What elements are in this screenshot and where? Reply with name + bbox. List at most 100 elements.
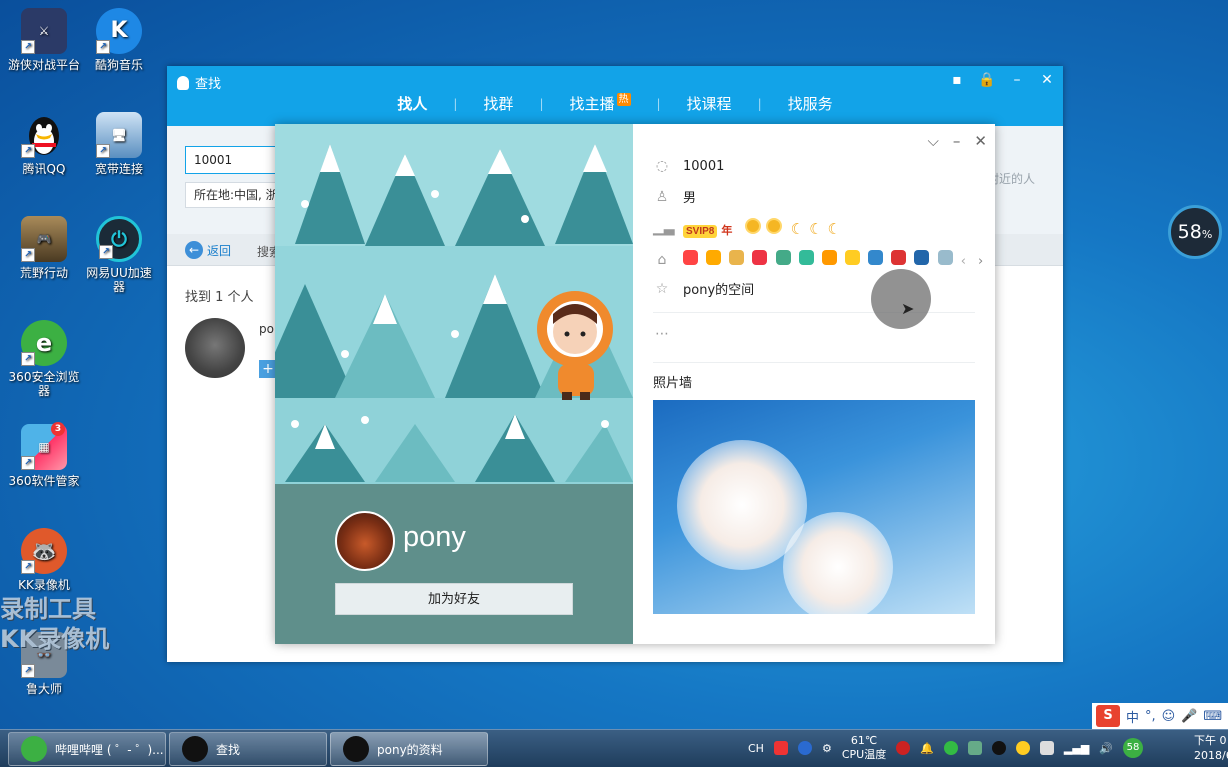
qq-account-icon: ◌ bbox=[655, 158, 669, 174]
star-icon: ☆ bbox=[655, 280, 669, 297]
chevron-down-icon[interactable]: ⌵ bbox=[928, 132, 939, 150]
shortcut-arrow-icon: ↗ bbox=[96, 144, 110, 158]
profile-cover: pony 加为好友 bbox=[275, 124, 633, 644]
desktop-icon-qq[interactable]: ↗ 腾讯QQ bbox=[7, 112, 81, 176]
desktop-icon-label: 鲁大师 bbox=[25, 682, 62, 696]
more-icon[interactable]: ⋯ bbox=[653, 326, 671, 342]
shortcut-arrow-icon: ↗ bbox=[21, 456, 35, 470]
chevron-right-icon[interactable]: › bbox=[978, 254, 983, 269]
tab-find-courses[interactable]: 找课程 bbox=[675, 93, 744, 114]
help-icon[interactable] bbox=[797, 741, 812, 755]
tab-separator: | bbox=[656, 96, 661, 111]
tab-separator: | bbox=[453, 96, 458, 111]
desktop-icon-game-platform[interactable]: ⚔ ↗ 游侠对战平台 bbox=[7, 8, 81, 72]
service-badge-icon bbox=[706, 250, 722, 265]
taskbar-item-find[interactable]: 查找 bbox=[169, 732, 327, 766]
desktop-icon-kugou[interactable]: K ↗ 酷狗音乐 bbox=[82, 8, 156, 72]
desktop-icon-uu[interactable]: ⏻ ↗ 网易UU加速器 bbox=[82, 216, 156, 294]
result-count: 找到 1 个人 bbox=[185, 290, 254, 305]
punctuation-icon[interactable]: °, bbox=[1145, 709, 1156, 724]
sogou-icon: S bbox=[1096, 705, 1120, 727]
antivirus-tray-icon[interactable] bbox=[896, 741, 911, 755]
avatar[interactable] bbox=[185, 318, 245, 378]
software-manager-icon: ▦ 3 ↗ bbox=[21, 422, 67, 470]
taskbar-item-label: 查找 bbox=[216, 742, 241, 757]
back-button[interactable]: ← 返回 bbox=[185, 241, 231, 259]
location-select[interactable]: 所在地:中国, 浙 bbox=[185, 182, 285, 208]
desktop-icon-kk-recorder[interactable]: 🦝 ↗ KK录像机 bbox=[7, 528, 81, 592]
qzone-row[interactable]: ☆ pony的空间 bbox=[653, 279, 754, 299]
volume-icon[interactable]: 🔊 bbox=[1099, 742, 1113, 755]
svip-year-badge: 年 bbox=[721, 224, 733, 237]
shortcut-arrow-icon: ↗ bbox=[21, 40, 35, 54]
tab-separator: | bbox=[539, 96, 544, 111]
desktop-icon-label: 腾讯QQ bbox=[22, 162, 66, 176]
sun-level-icon bbox=[765, 218, 782, 234]
qzone-link[interactable]: pony的空间 bbox=[683, 279, 754, 298]
avatar[interactable] bbox=[335, 511, 395, 571]
qq-logo-icon bbox=[177, 75, 189, 90]
notification-bell-icon[interactable]: 🔔 bbox=[920, 742, 934, 755]
qq-number: 10001 bbox=[683, 158, 725, 174]
cpu-temperature[interactable]: 61℃ CPU温度 bbox=[842, 734, 886, 762]
tab-find-anchors[interactable]: 找主播热 bbox=[557, 93, 642, 114]
desktop-icon-label: 360安全浏览器 bbox=[8, 370, 80, 398]
cpu-usage-gauge[interactable]: 58% bbox=[1168, 205, 1222, 259]
tab-find-people[interactable]: 找人 bbox=[385, 93, 439, 114]
ime-language[interactable]: 中 bbox=[1126, 707, 1139, 726]
photo-wall-image[interactable] bbox=[653, 400, 975, 614]
level-badges[interactable]: SVIP8 年 ☾ ☾ ☾ bbox=[683, 218, 846, 238]
feedback-icon[interactable]: ▪ bbox=[947, 70, 967, 90]
service-icon-list[interactable]: ‹ › bbox=[683, 250, 983, 269]
close-button[interactable]: ✕ bbox=[974, 132, 987, 150]
more-row[interactable]: ⋯ bbox=[653, 326, 671, 342]
tab-find-services[interactable]: 找服务 bbox=[776, 93, 845, 114]
moon-level-icon: ☾ bbox=[809, 220, 823, 238]
desktop-icon-360-manager[interactable]: ▦ 3 ↗ 360软件管家 bbox=[7, 422, 81, 488]
taskbar-item-bilibili[interactable]: 哔哩哔哩 ( ゜- ゜)... bbox=[8, 732, 166, 766]
ime-toolbar[interactable]: S 中 °, ☺ 🎤 ⌨ bbox=[1092, 703, 1228, 729]
keyboard-icon[interactable]: ⌨ bbox=[1203, 709, 1222, 724]
camera-badge-icon bbox=[868, 250, 884, 265]
mail-icon bbox=[937, 250, 953, 265]
moon-level-icon: ☾ bbox=[790, 220, 805, 238]
clock-time: 下午 0 bbox=[1194, 734, 1227, 747]
minimize-button[interactable]: – bbox=[953, 132, 961, 150]
home-icon: ⌂ bbox=[657, 251, 667, 268]
notification-badge: 3 bbox=[51, 422, 65, 436]
plus-tray-icon[interactable] bbox=[1015, 741, 1030, 755]
add-friend-button[interactable]: 加为好友 bbox=[335, 583, 573, 615]
recorder-watermark: 录制工具 KK录像机 bbox=[0, 594, 109, 654]
clock[interactable]: 下午 0 2018/6/2 bbox=[1194, 733, 1228, 763]
chevron-left-icon[interactable]: ‹ bbox=[961, 254, 966, 269]
sogou-tray-icon[interactable] bbox=[773, 741, 788, 755]
desktop-icon-knives-out[interactable]: 🎮 ↗ 荒野行动 bbox=[7, 216, 81, 280]
ime-settings-icon[interactable]: ⚙ bbox=[822, 742, 832, 755]
mouse-cursor-icon: ➤ bbox=[901, 299, 915, 318]
search-input[interactable]: 10001 bbox=[185, 146, 285, 174]
emoji-icon[interactable]: ☺ bbox=[1162, 709, 1176, 724]
qq-penguin-icon bbox=[343, 736, 369, 762]
tab-find-groups[interactable]: 找群 bbox=[471, 93, 525, 114]
clipboard-icon[interactable] bbox=[1039, 741, 1054, 755]
signal-icon[interactable]: ▂▄▆ bbox=[1064, 742, 1089, 755]
close-button[interactable]: ✕ bbox=[1037, 70, 1057, 90]
star-badge-icon bbox=[844, 250, 860, 265]
microphone-icon[interactable]: 🎤 bbox=[1181, 709, 1197, 724]
shortcut-arrow-icon: ↗ bbox=[99, 245, 113, 259]
tray-badge[interactable]: 58 bbox=[1123, 738, 1143, 758]
network-share-icon[interactable] bbox=[967, 741, 982, 755]
shortcut-arrow-icon: ↗ bbox=[21, 352, 35, 366]
taskbar-item-profile[interactable]: pony的资料 bbox=[330, 732, 488, 766]
desktop-icon-broadband[interactable]: 🖥 ↗ 宽带连接 bbox=[82, 112, 156, 176]
qq-tray-icon[interactable] bbox=[991, 741, 1006, 755]
uu-accelerator-icon: ⏻ ↗ bbox=[96, 216, 142, 262]
lock-icon[interactable]: 🔒 bbox=[977, 70, 997, 90]
language-indicator[interactable]: CH bbox=[748, 742, 764, 755]
360-tray-icon[interactable] bbox=[943, 741, 958, 755]
dandelion-shape bbox=[783, 512, 893, 614]
service-badge-icon bbox=[821, 250, 837, 265]
tab-label: 找主播 bbox=[569, 95, 615, 113]
minimize-button[interactable]: – bbox=[1007, 70, 1027, 90]
desktop-icon-360-browser[interactable]: e ↗ 360安全浏览器 bbox=[7, 320, 81, 398]
